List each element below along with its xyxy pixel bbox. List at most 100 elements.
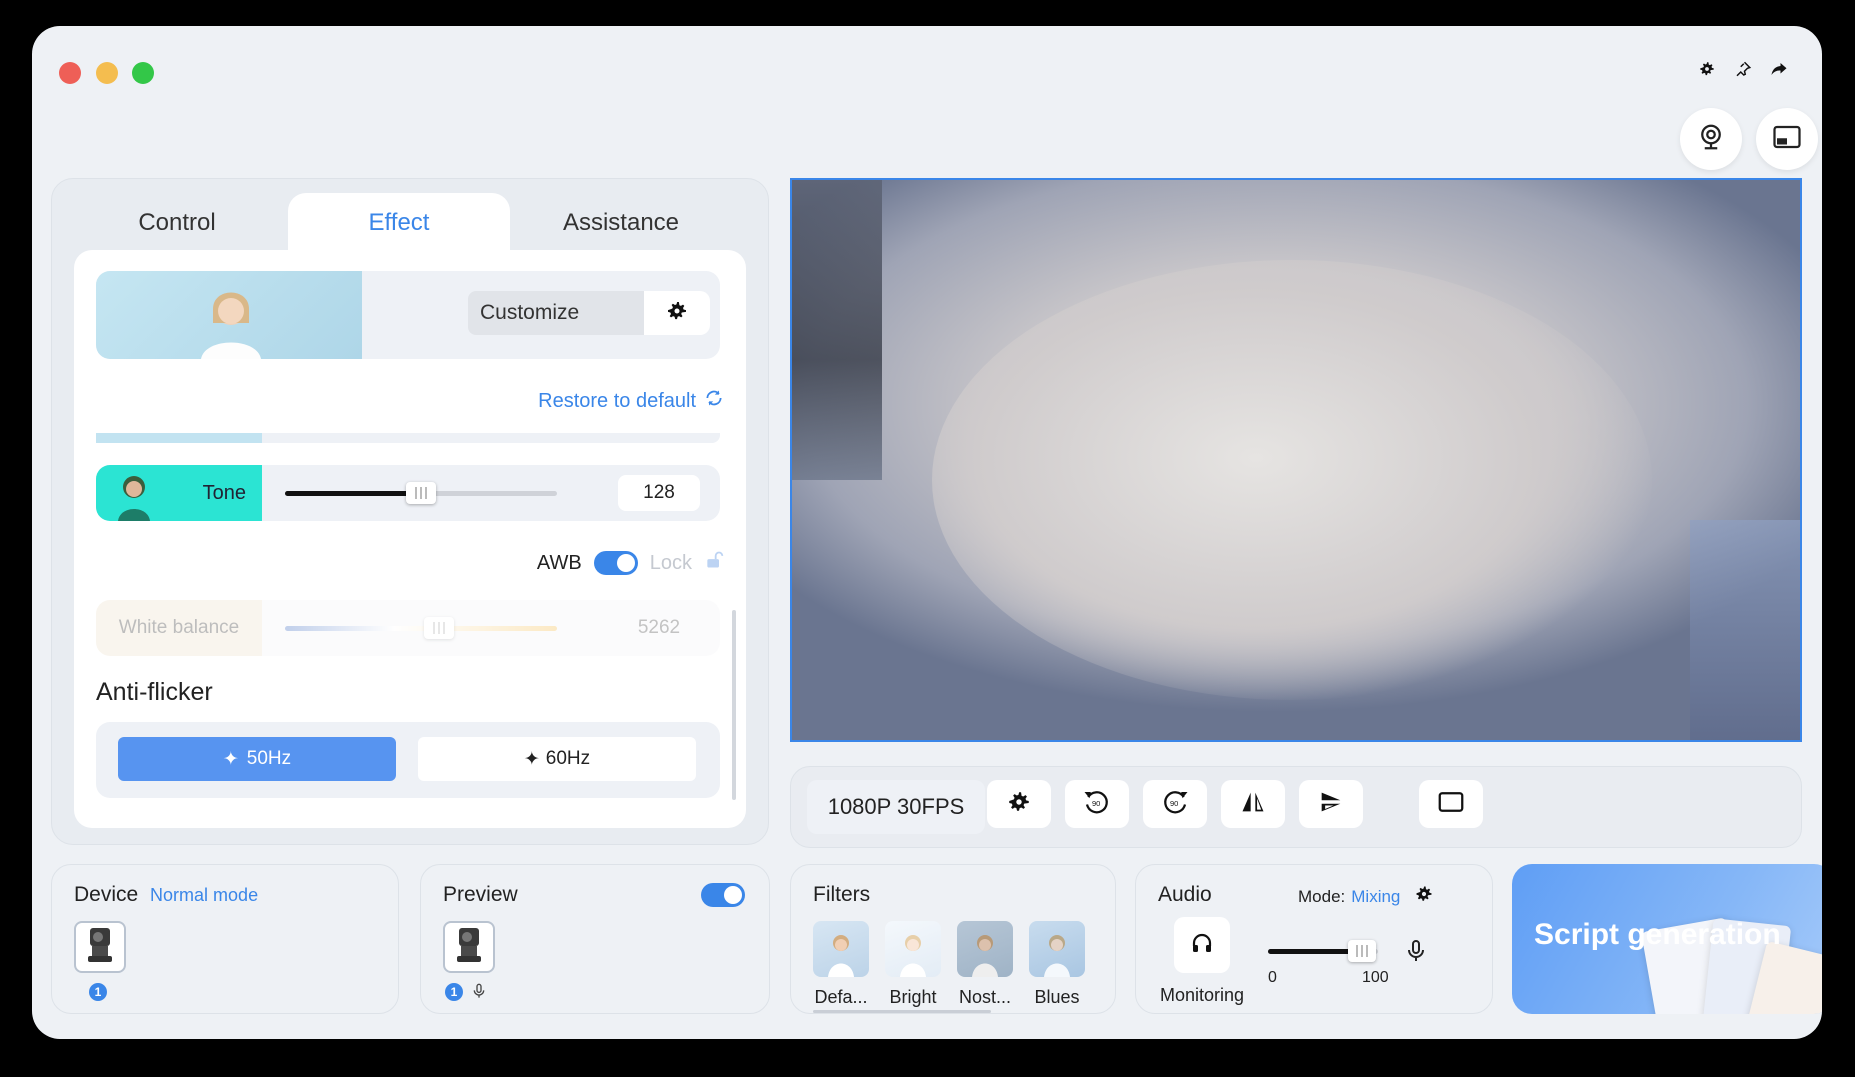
tab-effect[interactable]: Effect — [288, 193, 510, 253]
volume-slider-handle[interactable] — [1348, 940, 1376, 962]
settings-icon — [1006, 789, 1032, 820]
customize-button[interactable]: Customize — [468, 291, 644, 335]
device-mode[interactable]: Normal mode — [150, 885, 258, 905]
tone-thumbnail: Tone — [96, 465, 262, 521]
gear-icon[interactable] — [1696, 58, 1718, 80]
preset-portrait-image — [96, 271, 362, 359]
flicker-50hz-label: 50Hz — [246, 748, 292, 769]
panel-scrollbar[interactable] — [732, 610, 736, 800]
tone-track-fill — [285, 491, 421, 496]
camera-icon — [451, 926, 487, 969]
flip-horizontal-button[interactable] — [1221, 780, 1285, 828]
flicker-50hz-button[interactable]: ✦ 50Hz — [118, 737, 396, 781]
customize-settings-button[interactable] — [644, 291, 710, 335]
sparkle-icon: ✦ — [222, 748, 239, 770]
anti-flicker-options: ✦ 50Hz ✦ 60Hz — [96, 722, 720, 798]
white-balance-track — [285, 626, 557, 631]
minimize-window-button[interactable] — [96, 62, 118, 84]
frame-icon — [1436, 787, 1466, 822]
gear-icon — [665, 299, 689, 328]
volume-min-label: 0 — [1268, 969, 1277, 986]
tab-assistance[interactable]: Assistance — [510, 193, 732, 253]
audio-mode-value[interactable]: Mixing — [1351, 887, 1400, 907]
refresh-icon — [704, 388, 724, 414]
rotate-right-button[interactable]: 90 — [1143, 780, 1207, 828]
filters-card: Filters Defa... Bright Nost... Blues — [790, 864, 1116, 1014]
volume-max-label: 100 — [1362, 969, 1389, 986]
preview-card: Preview 1 — [420, 864, 770, 1014]
tone-label: Tone — [202, 481, 246, 504]
camera-icon — [82, 926, 118, 969]
app-window: Control Effect Assistance Customize Rest… — [32, 26, 1822, 1039]
preview-camera-thumbnail[interactable] — [443, 921, 495, 973]
monitoring-button[interactable] — [1174, 917, 1230, 973]
headphones-icon — [1190, 931, 1214, 960]
beauty-preset-card: Customize — [96, 271, 720, 359]
pin-icon[interactable] — [1732, 58, 1754, 80]
webcam-button[interactable] — [1680, 108, 1742, 170]
rotate-left-90-icon: 90 — [1082, 787, 1112, 822]
filters-scrollbar[interactable] — [813, 1010, 991, 1013]
maximize-window-button[interactable] — [132, 62, 154, 84]
webcam-icon — [1696, 122, 1726, 157]
preview-title: Preview — [443, 883, 518, 906]
lock-label: Lock — [649, 551, 692, 574]
tab-bar: Control Effect Assistance — [52, 193, 768, 253]
anti-flicker-title: Anti-flicker — [96, 678, 213, 706]
device-camera-thumbnail[interactable] — [74, 921, 126, 973]
unlock-icon[interactable] — [704, 550, 724, 576]
filter-blues-label: Blues — [1034, 987, 1080, 1007]
close-window-button[interactable] — [59, 62, 81, 84]
preview-badge: 1 — [445, 983, 463, 1001]
video-settings-button[interactable] — [987, 780, 1051, 828]
white-balance-label: White balance — [96, 600, 262, 656]
filter-nostalgic-thumbnail[interactable] — [957, 921, 1013, 977]
tone-value-field[interactable]: 128 — [618, 475, 700, 511]
restore-default-link[interactable]: Restore to default — [538, 388, 724, 414]
video-toolbar: 1080P 30FPS 90 90 — [790, 766, 1802, 848]
svg-text:90: 90 — [1092, 798, 1100, 807]
awb-label: AWB — [536, 551, 582, 574]
audio-settings-icon[interactable] — [1414, 884, 1434, 909]
audio-title: Audio — [1158, 883, 1212, 906]
share-icon[interactable] — [1768, 58, 1790, 80]
effect-tab-body: Customize Restore to default Tone 128 AW… — [74, 250, 746, 828]
flicker-60hz-button[interactable]: ✦ 60Hz — [418, 737, 696, 781]
filter-bright-thumbnail[interactable] — [885, 921, 941, 977]
awb-row: AWB Lock — [537, 550, 724, 576]
svg-text:90: 90 — [1170, 798, 1178, 807]
audio-mode: Mode: Mixing — [1298, 884, 1434, 909]
white-balance-handle — [424, 617, 454, 639]
filter-bright-label: Bright — [889, 987, 937, 1007]
flip-vertical-button[interactable] — [1299, 780, 1363, 828]
tone-slider-row: Tone 128 — [96, 465, 720, 521]
restore-label: Restore to default — [538, 389, 696, 412]
microphone-icon — [471, 981, 487, 1006]
sparkle-icon: ✦ — [523, 748, 540, 770]
device-badge: 1 — [89, 983, 107, 1001]
filter-blues-thumbnail[interactable] — [1029, 921, 1085, 977]
script-generation-label: Script generation — [1534, 918, 1781, 951]
rotate-left-button[interactable]: 90 — [1065, 780, 1129, 828]
flip-horizontal-icon — [1239, 788, 1267, 821]
microphone-icon[interactable] — [1404, 937, 1428, 970]
tone-slider-handle[interactable] — [406, 482, 436, 504]
filter-nostalgic-label: Nost... — [958, 987, 1011, 1007]
effect-panel: Control Effect Assistance Customize Rest… — [51, 178, 769, 845]
filter-default-thumbnail[interactable] — [813, 921, 869, 977]
filter-default-label: Defa... — [814, 987, 868, 1007]
device-title-text: Device — [74, 883, 139, 906]
preview-toggle[interactable] — [701, 883, 745, 907]
flicker-60hz-label: 60Hz — [545, 748, 591, 769]
awb-toggle[interactable] — [593, 551, 638, 575]
picture-in-picture-button[interactable] — [1756, 108, 1818, 170]
tab-control[interactable]: Control — [66, 193, 288, 253]
rotate-right-90-icon: 90 — [1160, 787, 1190, 822]
script-generation-card[interactable]: Script generation — [1512, 864, 1822, 1014]
white-balance-value: 5262 — [637, 617, 681, 638]
flip-vertical-icon — [1317, 788, 1345, 821]
device-title: Device Normal mode — [74, 883, 258, 907]
resolution-selector[interactable]: 1080P 30FPS — [807, 780, 985, 834]
device-card: Device Normal mode 1 — [51, 864, 399, 1014]
frame-button[interactable] — [1419, 780, 1483, 828]
